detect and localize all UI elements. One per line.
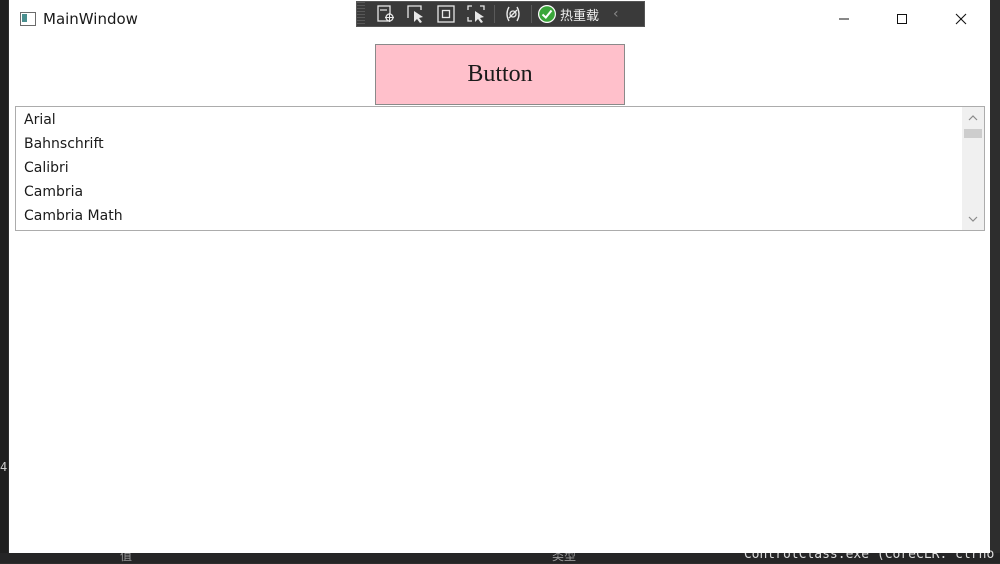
display-layout-adorners-button[interactable] (431, 2, 461, 26)
scroll-down-button[interactable] (962, 210, 984, 228)
binding-failures-button[interactable] (498, 2, 528, 26)
app-icon (20, 12, 36, 26)
display-layout-adorners-icon (437, 5, 455, 23)
list-item[interactable]: Cambria (16, 180, 962, 204)
background-output-panel: 值 类型 “ControlClass.exe”(CoreCLR: clrho (0, 547, 1000, 563)
font-listbox[interactable]: Arial Bahnschrift Calibri Cambria Cambri… (15, 106, 985, 231)
close-button[interactable] (932, 0, 990, 38)
maximize-button[interactable] (873, 0, 931, 38)
main-window: MainWindow Button Arial Bahnschrift Cali… (9, 0, 990, 553)
track-focused-element-button[interactable] (461, 2, 491, 26)
close-icon (955, 13, 967, 25)
minimize-button[interactable] (815, 0, 873, 38)
background-edge-text: 4 (0, 460, 8, 474)
list-item[interactable]: Bahnschrift (16, 132, 962, 156)
binding-failures-icon (506, 6, 520, 22)
list-item[interactable]: Arial (16, 108, 962, 132)
chevron-down-icon (968, 216, 978, 222)
main-button[interactable]: Button (375, 44, 625, 105)
list-item[interactable]: Cambria Math (16, 204, 962, 228)
font-list: Arial Bahnschrift Calibri Cambria Cambri… (16, 108, 962, 228)
vertical-scrollbar[interactable] (962, 107, 984, 230)
scrollbar-thumb[interactable] (964, 129, 982, 138)
toolbar-grip[interactable] (357, 2, 365, 26)
hot-reload-label: 热重载 (560, 8, 600, 24)
track-focused-element-icon (467, 5, 485, 23)
chevron-up-icon (968, 115, 978, 121)
toolbar-separator (494, 5, 495, 23)
select-element-icon (407, 5, 423, 23)
list-item[interactable]: Calibri (16, 156, 962, 180)
collapse-arrow-icon[interactable]: ‹ (613, 6, 619, 22)
xaml-debug-toolbar: 热重载 ‹ (356, 1, 645, 27)
hot-reload-button[interactable]: 热重载 (537, 4, 599, 24)
live-visual-tree-icon (377, 5, 394, 22)
select-element-button[interactable] (401, 2, 431, 26)
window-title: MainWindow (43, 10, 138, 28)
toolbar-separator (531, 5, 532, 23)
minimize-icon (839, 18, 849, 20)
maximize-icon (897, 14, 907, 24)
scroll-up-button[interactable] (962, 109, 984, 127)
live-visual-tree-button[interactable] (371, 2, 401, 26)
hot-reload-check-icon (538, 5, 556, 23)
